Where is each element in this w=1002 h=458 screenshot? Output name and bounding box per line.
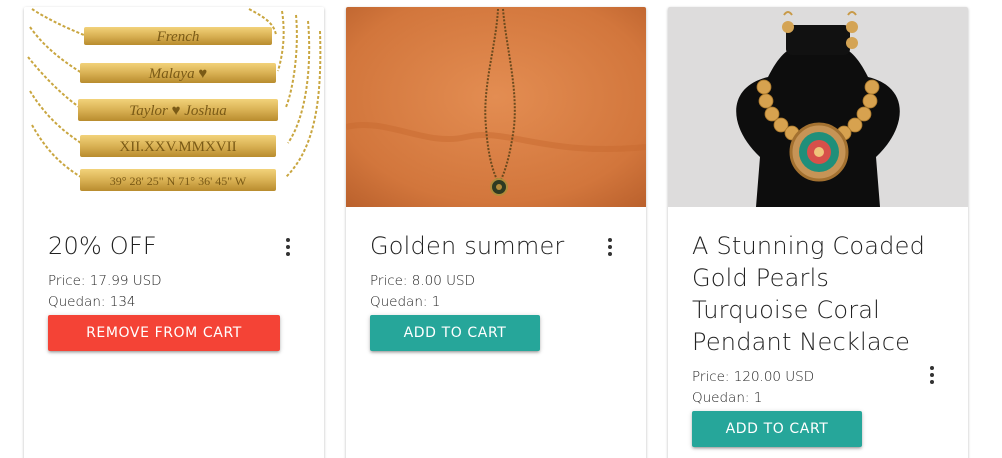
product-card: Golden summer Price: 8.00 USD Quedan: 1 … <box>346 7 646 458</box>
engraving-text: 39° 28' 25" N 71° 36' 45" W <box>110 174 247 188</box>
product-title[interactable]: A Stunning Coaded Gold Pearls Turquoise … <box>692 230 942 358</box>
product-meta: Price: 8.00 USD Quedan: 1 <box>370 271 475 313</box>
engraving-text: Taylor ♥ Joshua <box>129 103 227 119</box>
product-stock: Quedan: 134 <box>48 294 136 310</box>
product-price: Price: 8.00 USD <box>370 273 475 289</box>
product-title[interactable]: 20% OFF <box>48 230 268 262</box>
engraving-text: Malaya ♥ <box>148 66 208 82</box>
product-image-bar-necklaces[interactable]: French Malaya ♥ Taylor ♥ Joshua XII.XXV.… <box>24 7 324 207</box>
product-image-pearl-necklace[interactable] <box>668 7 968 207</box>
product-meta: Price: 17.99 USD Quedan: 134 <box>48 271 162 313</box>
add-to-cart-button[interactable]: ADD TO CART <box>692 411 862 447</box>
engraving-text: XII.XXV.MMXVII <box>119 139 236 155</box>
remove-from-cart-button[interactable]: REMOVE FROM CART <box>48 315 280 351</box>
product-price: Price: 17.99 USD <box>48 273 162 289</box>
add-to-cart-button[interactable]: ADD TO CART <box>370 315 540 351</box>
product-stock: Quedan: 1 <box>692 390 763 406</box>
more-vert-icon[interactable] <box>598 235 622 259</box>
engraving-text: French <box>156 29 200 45</box>
more-vert-icon[interactable] <box>276 235 300 259</box>
product-title[interactable]: Golden summer <box>370 230 590 262</box>
product-price: Price: 120.00 USD <box>692 369 815 385</box>
product-card: French Malaya ♥ Taylor ♥ Joshua XII.XXV.… <box>24 7 324 458</box>
product-meta: Price: 120.00 USD Quedan: 1 <box>692 367 814 409</box>
product-image-pendant-chain[interactable] <box>346 7 646 207</box>
product-card: A Stunning Coaded Gold Pearls Turquoise … <box>668 7 968 458</box>
product-grid: French Malaya ♥ Taylor ♥ Joshua XII.XXV.… <box>0 0 1002 458</box>
more-vert-icon[interactable] <box>920 363 944 387</box>
product-stock: Quedan: 1 <box>370 294 441 310</box>
